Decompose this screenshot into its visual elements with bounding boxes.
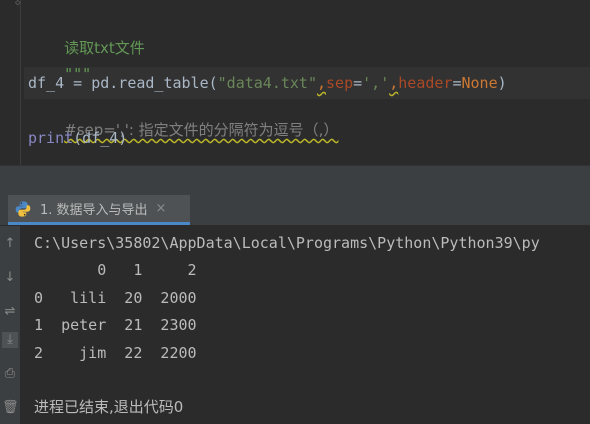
trash-icon[interactable]: 🗑 xyxy=(2,400,19,416)
code-eq: = xyxy=(452,74,462,92)
print-function: print xyxy=(28,129,74,147)
dataframe-header-row: 0 1 2 xyxy=(34,261,197,279)
fold-marker-icon[interactable]: ◇ xyxy=(15,0,24,8)
print-args: (df_4) xyxy=(73,129,128,147)
code-kwarg-header: header xyxy=(398,74,453,92)
run-tab-bar: 1. 数据导入与导出 × xyxy=(0,195,590,226)
panel-divider[interactable] xyxy=(0,165,590,196)
code-comma: , xyxy=(317,74,327,92)
code-eq: = xyxy=(64,74,92,92)
print-icon[interactable]: ⎙ xyxy=(2,366,18,382)
close-icon[interactable]: × xyxy=(156,201,167,216)
scroll-to-end-icon[interactable]: ⤓ xyxy=(2,332,18,348)
console-output[interactable]: C:\Users\35802\AppData\Local\Programs\Py… xyxy=(20,226,590,424)
code-var: df_4 xyxy=(28,74,65,92)
run-tab[interactable]: 1. 数据导入与导出 × xyxy=(8,195,190,225)
code-kwarg-sep: sep xyxy=(326,74,354,92)
code-close: ) xyxy=(497,74,507,92)
exit-message: 进程已结束,退出代码0 xyxy=(34,398,184,416)
dataframe-row: 0 lili 20 2000 xyxy=(34,289,197,307)
gutter-separator xyxy=(20,0,21,165)
editor-line-5[interactable]: print(df_4) xyxy=(28,128,127,148)
code-sep-value: ',' xyxy=(362,74,390,92)
run-tab-label: 1. 数据导入与导出 xyxy=(40,203,148,218)
editor-line-3[interactable]: df_4 = pd.read_table("data4.txt",sep=','… xyxy=(28,73,507,93)
run-toolbar: ↑ ↓ ⇌ ⤓ ⎙ 🗑 xyxy=(0,226,20,424)
editor-line-6[interactable]: """ xyxy=(28,152,91,165)
code-editor[interactable]: ◇ 读取txt文件 """ df_4 = pd.read_table("data… xyxy=(0,0,590,165)
dataframe-row: 2 jim 22 2200 xyxy=(34,344,197,362)
up-arrow-icon[interactable]: ↑ xyxy=(2,236,18,252)
code-none: None xyxy=(461,74,498,92)
python-icon xyxy=(14,200,32,218)
code-arg-string: "data4.txt" xyxy=(217,74,317,92)
console-path-line: C:\Users\35802\AppData\Local\Programs\Py… xyxy=(34,234,540,252)
down-arrow-icon[interactable]: ↓ xyxy=(2,270,18,286)
code-comma: , xyxy=(389,74,399,92)
soft-wrap-icon[interactable]: ⇌ xyxy=(2,304,18,320)
code-call: pd.read_table( xyxy=(91,74,218,92)
dataframe-row: 1 peter 21 2300 xyxy=(34,316,197,334)
code-eq: = xyxy=(353,74,363,92)
